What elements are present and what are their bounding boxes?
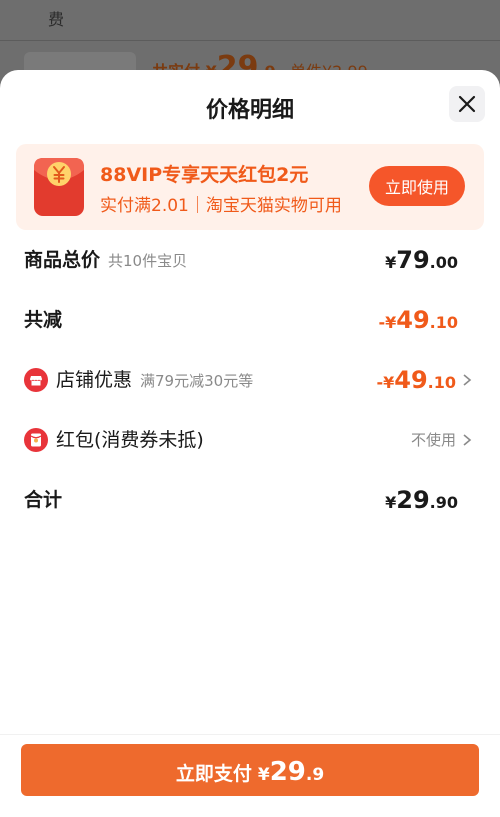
red-packet-label: 红包(消费券未抵) [56, 429, 204, 451]
pay-now-button[interactable]: 立即支付 ¥29.9 [21, 744, 479, 796]
red-envelope-icon [34, 158, 84, 216]
chevron-right-icon [463, 434, 472, 446]
total-price-row: 商品总价 共10件宝贝 ¥79.00 [0, 240, 500, 280]
store-icon [24, 368, 48, 392]
red-packet-row[interactable]: 红包(消费券未抵) 不使用 [0, 420, 500, 460]
red-packet-icon [24, 428, 48, 452]
chevron-right-icon [463, 374, 472, 386]
promo-subtitle: 实付满2.01｜淘宝天猫实物可用 [100, 196, 342, 216]
close-icon [458, 95, 476, 113]
total-price-value: ¥79.00 [385, 246, 458, 274]
total-discount-row: 共减 -¥49.10 [0, 300, 500, 340]
store-coupon-row[interactable]: 店铺优惠 满79元减30元等 -¥49.10 [0, 360, 500, 400]
close-button[interactable] [449, 86, 485, 122]
store-coupon-value: -¥49.10 [376, 366, 456, 394]
sum-value: ¥29.90 [385, 486, 458, 514]
store-coupon-rule: 满79元减30元等 [140, 372, 254, 390]
sum-row: 合计 ¥29.90 [0, 480, 500, 520]
footer-divider [0, 734, 500, 735]
red-packet-status: 不使用 [410, 431, 456, 449]
sheet-title: 价格明细 [205, 98, 294, 123]
use-now-button[interactable]: 立即使用 [369, 166, 465, 206]
total-discount-label: 共减 [24, 309, 63, 331]
store-coupon-label: 店铺优惠 满79元减30元等 [56, 369, 254, 391]
vip-red-packet-banner: 88VIP专享天天红包2元 实付满2.01｜淘宝天猫实物可用 立即使用 [16, 144, 484, 230]
background-fee-text: 费 [48, 10, 65, 29]
promo-title: 88VIP专享天天红包2元 [100, 164, 309, 186]
total-discount-value: -¥49.10 [378, 306, 458, 334]
total-price-label: 商品总价 共10件宝贝 [24, 249, 188, 271]
item-count: 共10件宝贝 [108, 252, 188, 270]
price-detail-sheet: 价格明细 88VIP专享天天红包2元 实付满2.01｜淘宝天猫实物可用 立即使用… [0, 70, 500, 817]
sum-label: 合计 [24, 489, 63, 511]
background-divider [0, 40, 500, 41]
